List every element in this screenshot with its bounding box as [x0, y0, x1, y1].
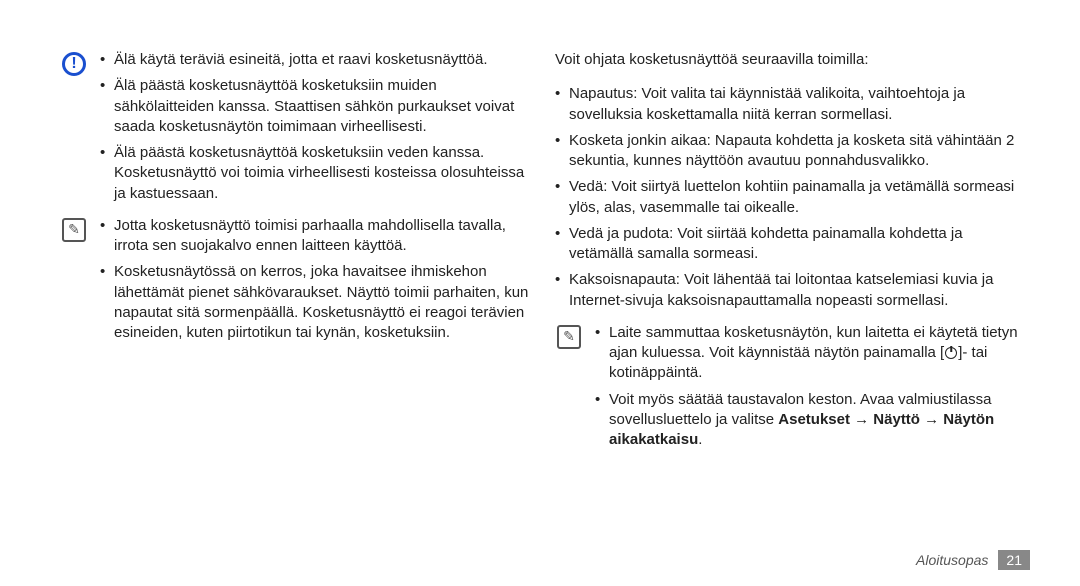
left-column: ! Älä käytä teräviä esineitä, jotta et r…	[60, 50, 535, 456]
note-item: Jotta kosketusnäyttö toimisi parhaalla m…	[100, 216, 535, 257]
gesture-item: Vedä: Voit siirtyä luettelon kohtiin pai…	[555, 177, 1030, 218]
power-icon	[945, 347, 957, 359]
note-section-right: Laite sammuttaa kosketusnäytön, kun lait…	[555, 323, 1030, 457]
page-footer: Aloitusopas 21	[916, 550, 1030, 570]
gesture-item: Kaksoisnapauta: Voit lähentää tai loiton…	[555, 270, 1030, 311]
gesture-list: Napautus: Voit valita tai käynnistää val…	[555, 84, 1030, 317]
note-icon	[62, 218, 86, 242]
warning-item: Älä päästä kosketusnäyttöä kosketuksiin …	[100, 143, 535, 204]
warning-item: Älä käytä teräviä esineitä, jotta et raa…	[100, 50, 535, 70]
right-column: Voit ohjata kosketusnäyttöä seuraavilla …	[555, 50, 1030, 456]
note-item-power: Laite sammuttaa kosketusnäytön, kun lait…	[595, 323, 1030, 384]
note-section-left: Jotta kosketusnäyttö toimisi parhaalla m…	[60, 216, 535, 350]
intro-text: Voit ohjata kosketusnäyttöä seuraavilla …	[555, 50, 1030, 70]
warning-icon: !	[62, 52, 86, 76]
note-item-settings: Voit myös säätää taustavalon keston. Ava…	[595, 390, 1030, 451]
page-number: 21	[998, 550, 1030, 570]
gesture-item: Vedä ja pudota: Voit siirtää kohdetta pa…	[555, 224, 1030, 265]
warning-item: Älä päästä kosketusnäyttöä kosketuksiin …	[100, 76, 535, 137]
note-list-right: Laite sammuttaa kosketusnäytön, kun lait…	[595, 323, 1030, 451]
note-icon	[557, 325, 581, 349]
note-text: .	[698, 431, 702, 448]
warning-section: ! Älä käytä teräviä esineitä, jotta et r…	[60, 50, 535, 210]
gesture-item: Napautus: Voit valita tai käynnistää val…	[555, 84, 1030, 125]
note-item: Kosketusnäytössä on kerros, joka havaits…	[100, 262, 535, 343]
footer-label: Aloitusopas	[916, 552, 988, 568]
gesture-item: Kosketa jonkin aikaa: Napauta kohdetta j…	[555, 131, 1030, 172]
note-list-left: Jotta kosketusnäyttö toimisi parhaalla m…	[100, 216, 535, 344]
warning-list: Älä käytä teräviä esineitä, jotta et raa…	[100, 50, 535, 204]
